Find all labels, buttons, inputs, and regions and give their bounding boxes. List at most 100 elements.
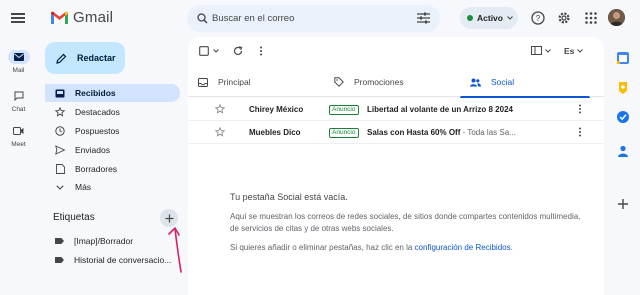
more-actions-button[interactable] [259, 46, 263, 56]
refresh-icon [233, 46, 243, 56]
help-icon[interactable]: ? [531, 11, 545, 25]
tab-label: Promociones [354, 77, 404, 87]
settings-gear-icon[interactable] [557, 11, 571, 25]
side-panel-rail [604, 37, 640, 295]
tab-promociones[interactable]: Promociones [324, 67, 460, 97]
email-subject-text: Libertad al volante de un Arrizo 8 2024 [367, 104, 513, 114]
split-pane-icon [531, 46, 542, 55]
search-options-icon[interactable] [417, 12, 430, 24]
search-icon[interactable] [197, 13, 208, 24]
apps-grid-icon[interactable] [584, 11, 598, 25]
status-button[interactable]: Activo [460, 7, 518, 29]
compose-button[interactable]: Redactar [45, 42, 125, 74]
rail-item-meet[interactable]: Meet [0, 124, 37, 148]
email-snippet: - Toda las Sa... [460, 127, 516, 137]
sidebar-item-starred[interactable]: Destacados [45, 103, 180, 121]
mail-panel: Es Principal Promociones Social Chirey M… [188, 37, 604, 295]
email-subject-text: Salas con Hasta 60% Off [367, 127, 461, 137]
split-pane-button[interactable] [531, 46, 551, 55]
inbox-settings-link[interactable]: configuración de Recibidos [415, 243, 511, 252]
star-icon[interactable] [215, 104, 225, 114]
annotation-arrow [168, 227, 182, 273]
people-icon [470, 78, 481, 86]
checkbox-icon [199, 46, 209, 56]
chevron-down-icon [545, 48, 551, 53]
gmail-logo[interactable]: Gmail [50, 9, 113, 26]
search-placeholder: Buscar en el correo [212, 13, 295, 24]
rail-item-chat[interactable]: Chat [0, 89, 37, 113]
empty-state-hint: Si quieres añadir o eliminar pestañas, h… [230, 243, 590, 252]
video-icon [13, 127, 24, 135]
menu-icon[interactable] [11, 11, 25, 25]
app-rail: Mail Chat Meet [0, 0, 37, 295]
sidebar-item-label: Más [75, 182, 92, 192]
mail-icon [13, 53, 24, 61]
chevron-down-icon [577, 49, 584, 53]
empty-state-hint-end: . [510, 243, 513, 252]
rail-item-mail[interactable]: Mail [0, 50, 37, 74]
contacts-icon[interactable] [616, 144, 630, 158]
keep-icon[interactable] [616, 81, 630, 95]
add-addon-icon[interactable] [616, 197, 630, 211]
plus-icon [165, 214, 173, 222]
rail-label: Meet [11, 141, 26, 148]
gmail-logo-icon [51, 11, 68, 24]
label-tag-icon [55, 257, 64, 263]
email-subject: Libertad al volante de un Arrizo 8 2024 [367, 105, 513, 114]
sidebar-item-inbox[interactable]: Recibidos [45, 84, 180, 102]
label-name: [Imap]/Borrador [74, 236, 134, 246]
chevron-down-icon [507, 16, 513, 20]
email-subject: Salas con Hasta 60% Off - Toda las Sa... [367, 128, 516, 137]
sidebar-item-drafts[interactable]: Borradores [45, 160, 180, 178]
label-item-chat-history[interactable]: Historial de conversacio... [55, 255, 171, 265]
sidebar-item-label: Destacados [75, 107, 120, 117]
empty-state-hint-text: Si quieres añadir o eliminar pestañas, h… [230, 243, 415, 252]
refresh-button[interactable] [233, 46, 243, 56]
more-vert-icon [260, 46, 262, 56]
rail-label: Mail [12, 67, 25, 74]
input-tools-button[interactable]: Es [564, 46, 584, 56]
status-dot [467, 15, 473, 21]
empty-state: Tu pestaña Social está vacía. Aquí se mu… [230, 192, 590, 252]
svg-text:?: ? [536, 14, 541, 23]
mail-toolbar: Es [188, 37, 604, 67]
inbox-icon [55, 89, 65, 97]
select-all-checkbox[interactable] [199, 46, 219, 56]
search-bar[interactable]: Buscar en el correo [187, 5, 440, 32]
tasks-icon[interactable] [616, 110, 630, 124]
sidebar-item-label: Borradores [75, 164, 118, 174]
more-vert-icon[interactable] [578, 104, 582, 114]
sidebar-item-snoozed[interactable]: Pospuestos [45, 122, 180, 140]
tab-principal[interactable]: Principal [188, 67, 324, 97]
email-sender: Muebles Dico [249, 127, 301, 137]
label-item-imap-draft[interactable]: [Imap]/Borrador [55, 236, 133, 246]
sidebar-item-sent[interactable]: Enviados [45, 141, 180, 159]
inbox-icon [198, 77, 208, 87]
more-vert-icon[interactable] [578, 127, 582, 137]
chevron-down-icon [56, 184, 64, 190]
email-row[interactable]: Muebles Dico Anuncio Salas con Hasta 60%… [188, 121, 604, 144]
clock-icon [55, 126, 65, 136]
empty-state-title: Tu pestaña Social está vacía. [230, 192, 348, 202]
compose-label: Redactar [77, 53, 116, 63]
sidebar-item-label: Enviados [75, 145, 110, 155]
sidebar-item-more[interactable]: Más [45, 178, 180, 196]
send-icon [55, 145, 65, 155]
draft-icon [55, 164, 65, 174]
input-language-label: Es [564, 46, 575, 56]
tab-label: Principal [218, 77, 251, 87]
tab-social[interactable]: Social [460, 67, 590, 98]
star-icon [55, 107, 65, 117]
category-tabs: Principal Promociones Social [188, 67, 604, 98]
tab-label: Social [491, 77, 515, 87]
rail-label: Chat [11, 106, 26, 113]
sidebar-item-label: Pospuestos [75, 126, 120, 136]
empty-state-description: Aquí se muestran los correos de redes so… [230, 212, 581, 233]
avatar[interactable] [608, 9, 625, 26]
ad-badge: Anuncio [329, 128, 359, 138]
calendar-icon[interactable] [616, 51, 630, 65]
email-row[interactable]: Chirey México Anuncio Libertad al volant… [188, 98, 604, 121]
star-icon[interactable] [215, 127, 225, 137]
label-tag-icon [55, 238, 64, 244]
sidebar-item-label: Recibidos [75, 88, 116, 98]
